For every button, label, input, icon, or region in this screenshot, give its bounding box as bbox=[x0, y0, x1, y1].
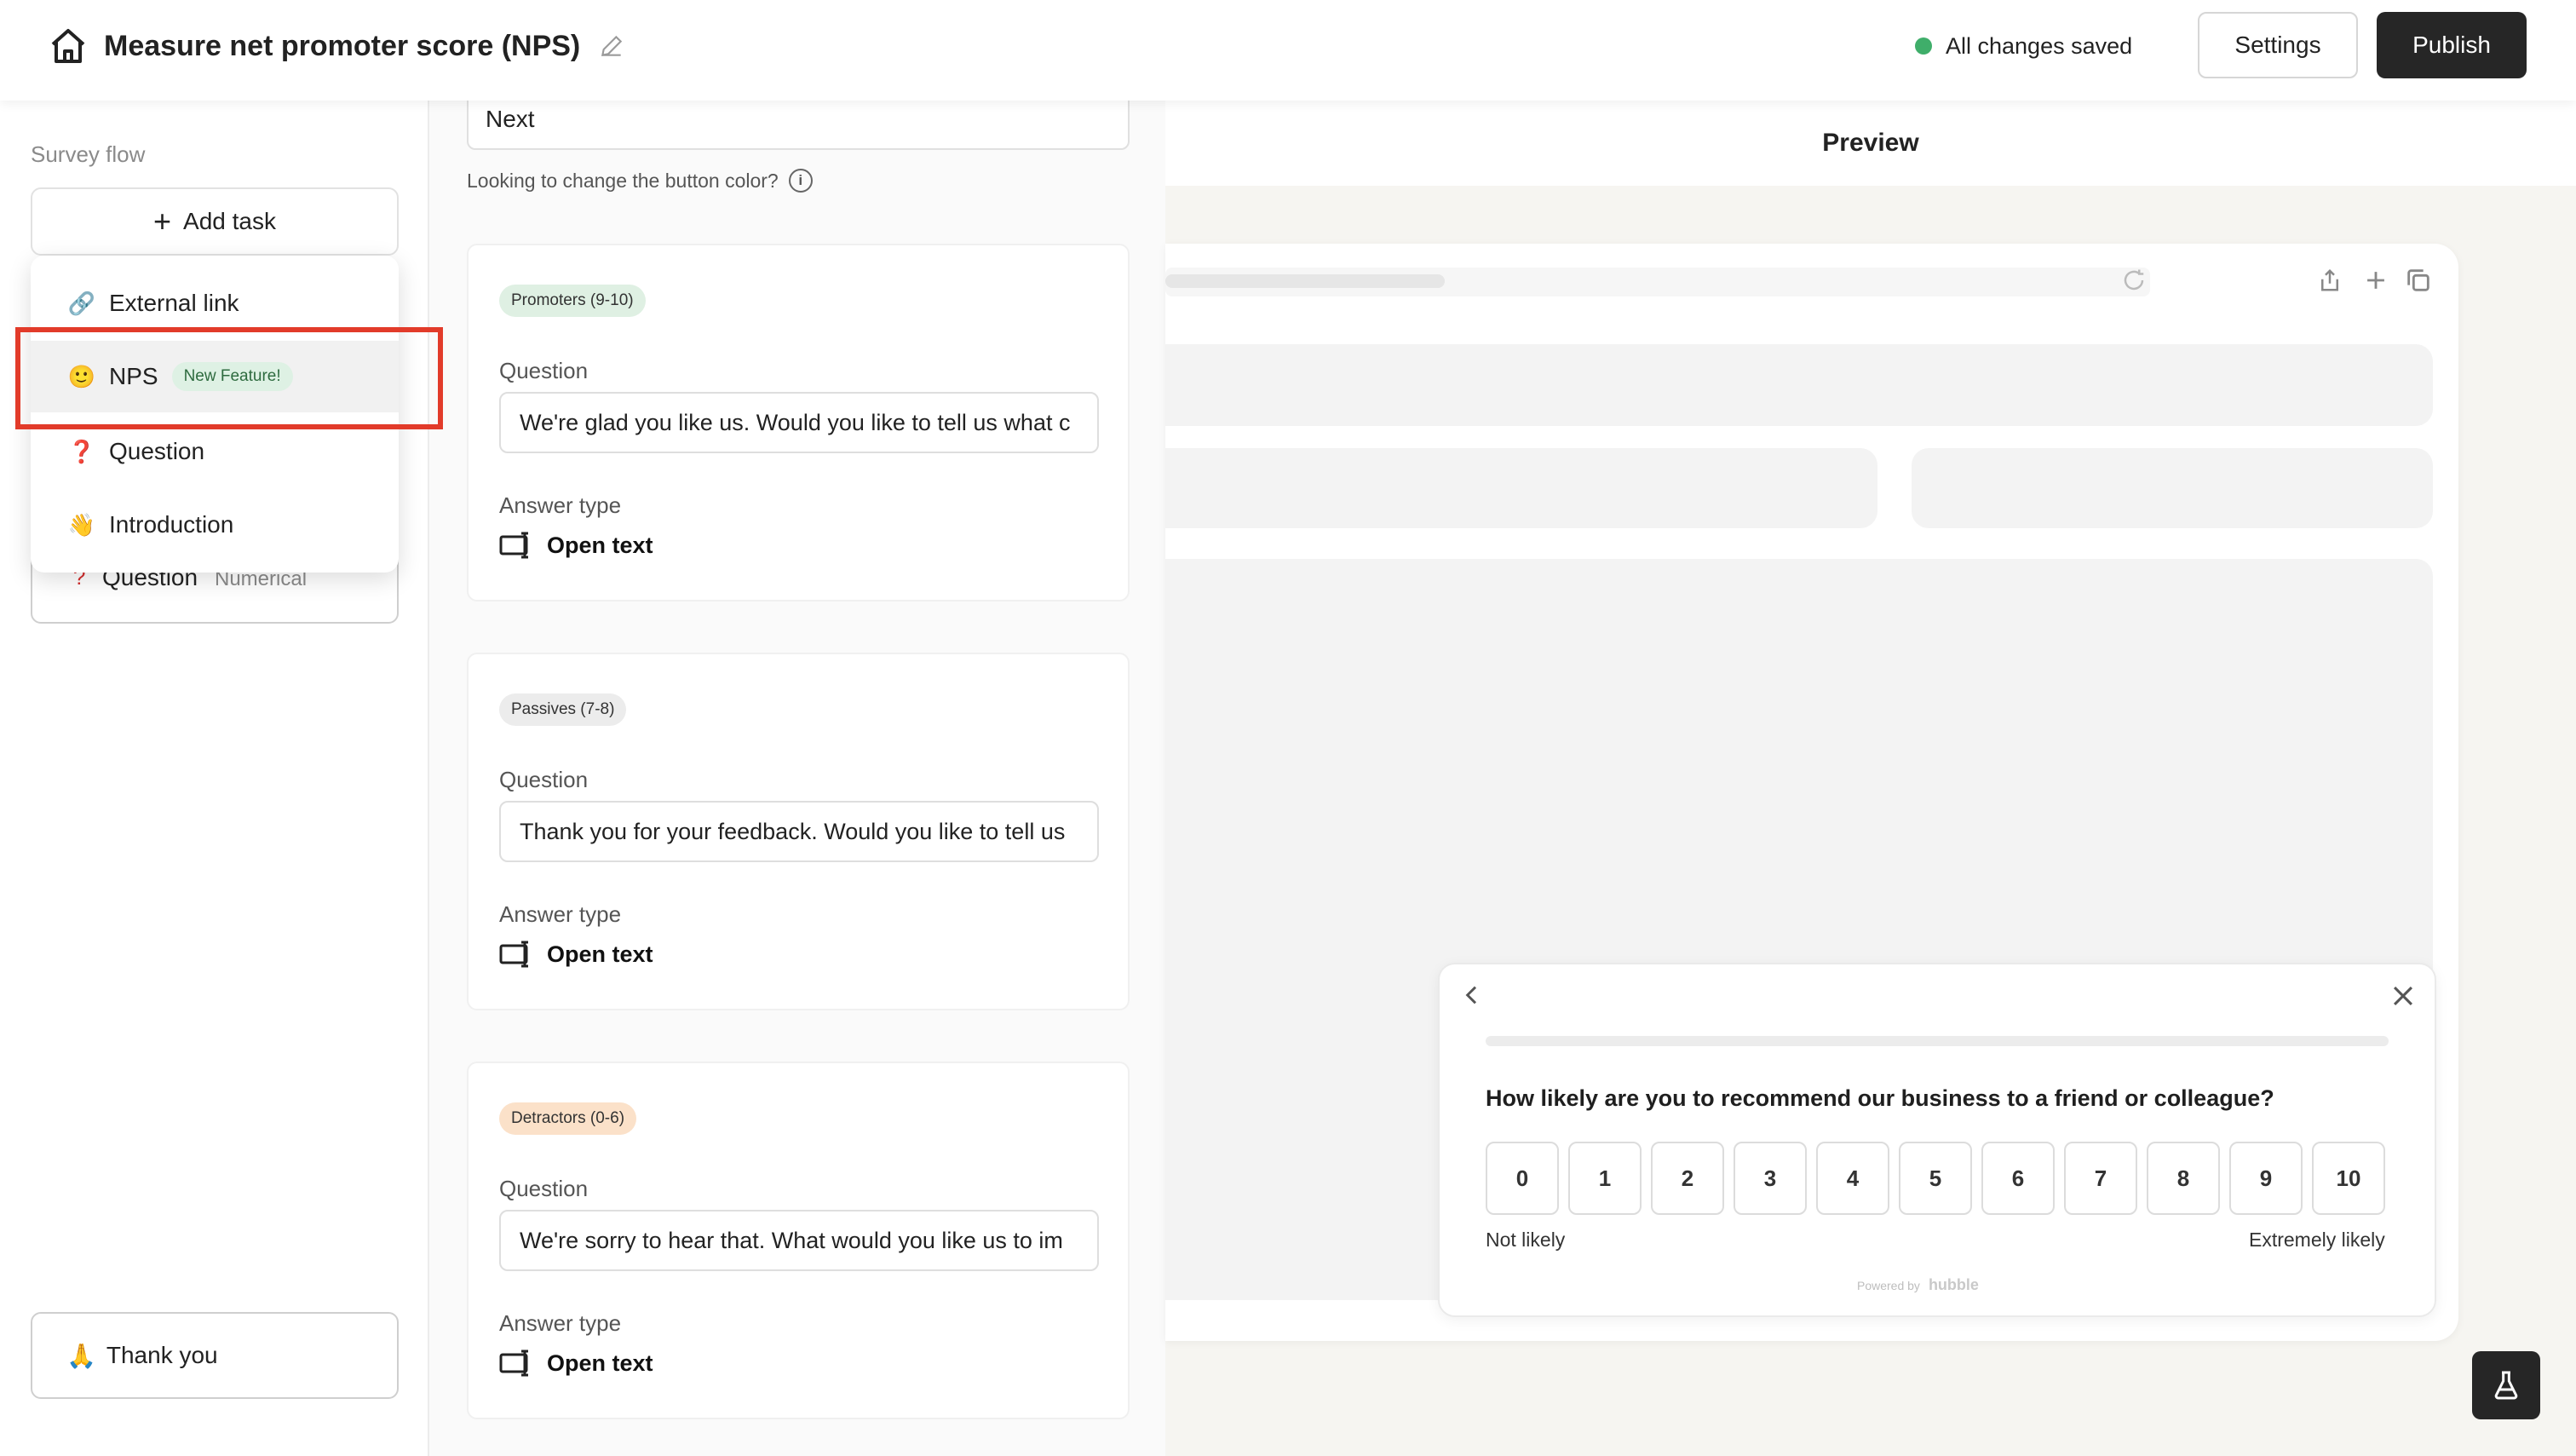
score-option[interactable]: 2 bbox=[1651, 1142, 1724, 1215]
status-dot bbox=[1915, 37, 1932, 55]
open-text-icon bbox=[499, 1350, 528, 1377]
score-option[interactable]: 1 bbox=[1568, 1142, 1642, 1215]
question-label: Question bbox=[499, 358, 589, 383]
low-scale-label: Not likely bbox=[1486, 1229, 1566, 1251]
menu-item-label: Question bbox=[109, 438, 205, 464]
placeholder-block bbox=[1165, 448, 1877, 528]
url-placeholder bbox=[1165, 274, 1445, 288]
segment-badge: Detractors (0-6) bbox=[499, 1102, 637, 1135]
segment-card-detractors: Detractors (0-6) Question We're sorry to… bbox=[467, 1062, 1130, 1419]
question-input[interactable]: We're sorry to hear that. What would you… bbox=[499, 1210, 1099, 1271]
brand-logo: hubble bbox=[1928, 1276, 1979, 1293]
answer-type-label: Answer type bbox=[499, 492, 622, 518]
preview-title: Preview bbox=[1165, 101, 2576, 186]
progress-bar bbox=[1486, 1036, 2389, 1046]
answer-type-value: Open text bbox=[547, 941, 653, 967]
menu-item-introduction[interactable]: 👋 Introduction bbox=[31, 489, 399, 561]
score-option[interactable]: 4 bbox=[1816, 1142, 1889, 1215]
flask-button[interactable] bbox=[2472, 1351, 2540, 1419]
answer-type-value: Open text bbox=[547, 1350, 653, 1376]
close-icon[interactable] bbox=[2389, 981, 2418, 1010]
share-icon bbox=[2321, 268, 2338, 291]
question-label: Question bbox=[499, 767, 589, 792]
button-color-hint: Looking to change the button color? i bbox=[467, 169, 813, 193]
question-input[interactable]: We're glad you like us. Would you like t… bbox=[499, 392, 1099, 453]
back-chevron-icon[interactable] bbox=[1458, 981, 1486, 1009]
pencil-icon[interactable] bbox=[598, 32, 625, 60]
pray-icon: 🙏 bbox=[66, 1342, 96, 1369]
add-task-label: Add task bbox=[183, 208, 276, 234]
survey-flow-label: Survey flow bbox=[31, 141, 146, 167]
highlight-box bbox=[15, 327, 443, 429]
answer-type-value: Open text bbox=[547, 532, 653, 558]
question-icon: ❓ bbox=[67, 438, 96, 464]
nps-widget bbox=[1438, 963, 2436, 1317]
answer-type-select[interactable]: Open text bbox=[499, 1348, 653, 1378]
answer-type-label: Answer type bbox=[499, 901, 622, 927]
button-color-hint-text: Looking to change the button color? bbox=[467, 169, 779, 192]
segment-badge: Promoters (9-10) bbox=[499, 285, 646, 317]
placeholder-block bbox=[1165, 344, 2433, 426]
top-bar: Measure net promoter score (NPS) All cha… bbox=[0, 0, 2576, 101]
nps-question: How likely are you to recommend our busi… bbox=[1486, 1085, 2274, 1111]
info-icon[interactable]: i bbox=[788, 169, 813, 193]
segment-card-passives: Passives (7-8) Question Thank you for yo… bbox=[467, 653, 1130, 1010]
link-icon: 🔗 bbox=[67, 290, 96, 316]
reload-icon bbox=[2124, 269, 2144, 291]
score-option[interactable]: 9 bbox=[2229, 1142, 2303, 1215]
menu-item-label: External link bbox=[109, 290, 239, 316]
copy-icon bbox=[2407, 269, 2429, 291]
question-label: Question bbox=[499, 1176, 589, 1201]
score-option[interactable]: 0 bbox=[1486, 1142, 1559, 1215]
add-task-button[interactable]: + Add task bbox=[31, 187, 399, 256]
wave-icon: 👋 bbox=[67, 511, 96, 538]
answer-type-label: Answer type bbox=[499, 1310, 622, 1336]
score-option[interactable]: 10 bbox=[2312, 1142, 2385, 1215]
thank-you-label: Thank you bbox=[106, 1342, 218, 1368]
open-text-icon bbox=[499, 941, 528, 968]
score-option[interactable]: 3 bbox=[1734, 1142, 1807, 1215]
powered-by-text: Powered by bbox=[1857, 1278, 1920, 1292]
score-option[interactable]: 8 bbox=[2147, 1142, 2220, 1215]
high-scale-label: Extremely likely bbox=[2249, 1229, 2385, 1251]
flask-icon bbox=[2494, 1371, 2518, 1400]
open-text-icon bbox=[499, 532, 528, 559]
save-status: All changes saved bbox=[1915, 29, 2132, 63]
menu-item-label: Introduction bbox=[109, 511, 234, 538]
question-input[interactable]: Thank you for your feedback. Would you l… bbox=[499, 801, 1099, 862]
page-title: Measure net promoter score (NPS) bbox=[104, 30, 581, 62]
score-option[interactable]: 6 bbox=[1981, 1142, 2055, 1215]
score-option[interactable]: 5 bbox=[1899, 1142, 1972, 1215]
save-status-text: All changes saved bbox=[1946, 32, 2133, 59]
segment-card-promoters: Promoters (9-10) Question We're glad you… bbox=[467, 244, 1130, 601]
home-icon[interactable] bbox=[48, 26, 89, 66]
powered-by: Powered by hubble bbox=[1857, 1276, 1979, 1294]
score-row: 0 1 2 3 4 5 6 7 8 9 10 bbox=[1486, 1142, 2385, 1215]
answer-type-select[interactable]: Open text bbox=[499, 939, 653, 970]
score-option[interactable]: 7 bbox=[2064, 1142, 2137, 1215]
publish-button[interactable]: Publish bbox=[2377, 12, 2527, 78]
segment-badge: Passives (7-8) bbox=[499, 693, 627, 726]
settings-button[interactable]: Settings bbox=[2198, 12, 2358, 78]
answer-type-select[interactable]: Open text bbox=[499, 530, 653, 561]
placeholder-block bbox=[1912, 448, 2433, 528]
plus-icon bbox=[2367, 272, 2384, 289]
thank-you-card[interactable]: 🙏 Thank you bbox=[31, 1312, 399, 1399]
plus-icon: + bbox=[153, 204, 172, 239]
